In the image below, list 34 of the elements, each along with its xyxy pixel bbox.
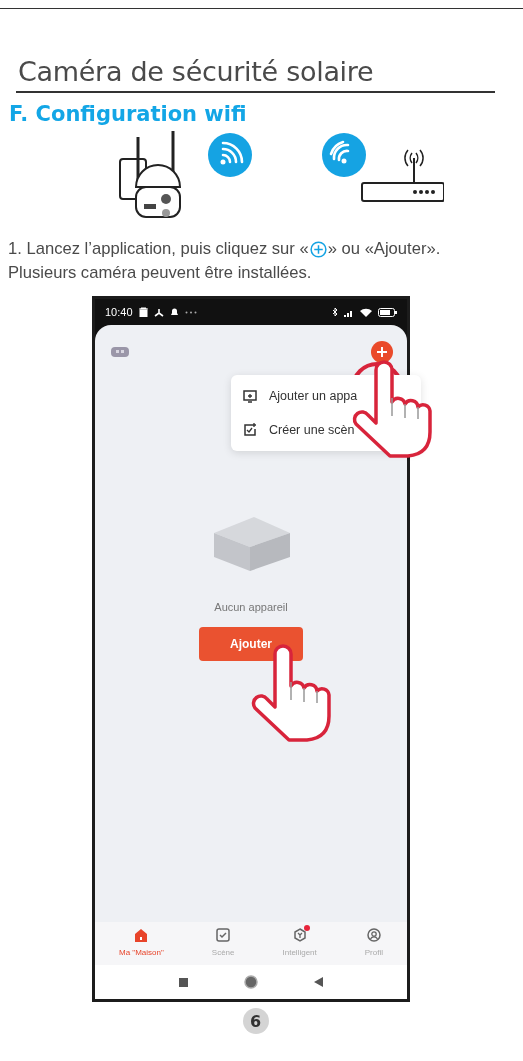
recent-apps-icon[interactable] — [179, 977, 188, 987]
bluetooth-icon — [332, 307, 338, 317]
add-button[interactable]: Ajouter — [199, 627, 303, 661]
bell-icon — [169, 307, 179, 317]
instruction-text: Plusieurs caméra peuvent être installées. — [8, 262, 313, 284]
checkbox-icon — [216, 928, 231, 942]
wifi-icon — [322, 133, 366, 177]
nav-tab[interactable]: Profil — [364, 922, 383, 957]
wifi-status-icon — [360, 307, 372, 317]
house-icon — [134, 928, 149, 942]
section-heading: F. Configuration wifi — [9, 101, 248, 127]
trash-icon — [138, 307, 148, 317]
add-icon[interactable] — [371, 341, 393, 363]
home-icon[interactable] — [244, 975, 258, 989]
document-title: Caméra de sécurité solaire — [18, 55, 375, 89]
profile-icon — [366, 928, 381, 942]
scene-add-icon — [243, 423, 257, 437]
device-add-icon — [243, 389, 257, 403]
empty-state-text: Aucun appareil — [214, 601, 288, 613]
nav-tab[interactable]: Ma "Maison" — [119, 922, 164, 957]
menu-item[interactable]: Créer une scèn — [269, 423, 355, 437]
wifi-signal-icon — [208, 133, 252, 177]
back-icon[interactable] — [314, 977, 323, 987]
page-number: 6 — [242, 1008, 269, 1034]
status-time: 10:40 — [105, 306, 133, 318]
battery-icon — [378, 307, 397, 317]
menu-item[interactable]: Ajouter un appa — [269, 389, 358, 403]
instruction-text: 1. Lancez l’application, puis cliquez sur « — [8, 238, 309, 260]
nav-tab[interactable]: Intelligent — [282, 922, 317, 957]
nav-tab[interactable]: Scène — [211, 922, 235, 957]
plus-icon — [309, 240, 327, 258]
more-icon — [184, 310, 197, 314]
network-icon — [153, 307, 164, 317]
instruction-text: » ou «Ajouter». — [327, 238, 441, 260]
